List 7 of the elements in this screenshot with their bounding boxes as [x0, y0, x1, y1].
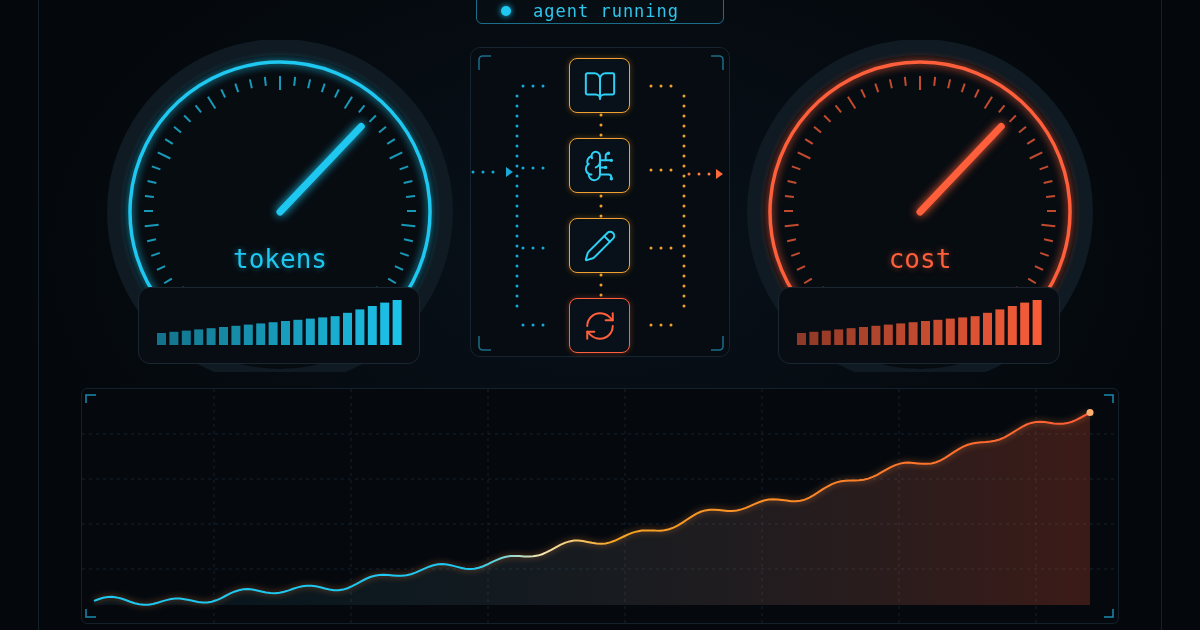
end-point: [1086, 409, 1094, 417]
input-arrow: [471, 167, 513, 177]
pencil-icon: [582, 228, 617, 263]
gauge-label: tokens: [233, 244, 327, 274]
status-label: agent running: [533, 1, 680, 21]
gauge-label: cost: [888, 244, 952, 274]
output-arrow: [687, 169, 723, 179]
